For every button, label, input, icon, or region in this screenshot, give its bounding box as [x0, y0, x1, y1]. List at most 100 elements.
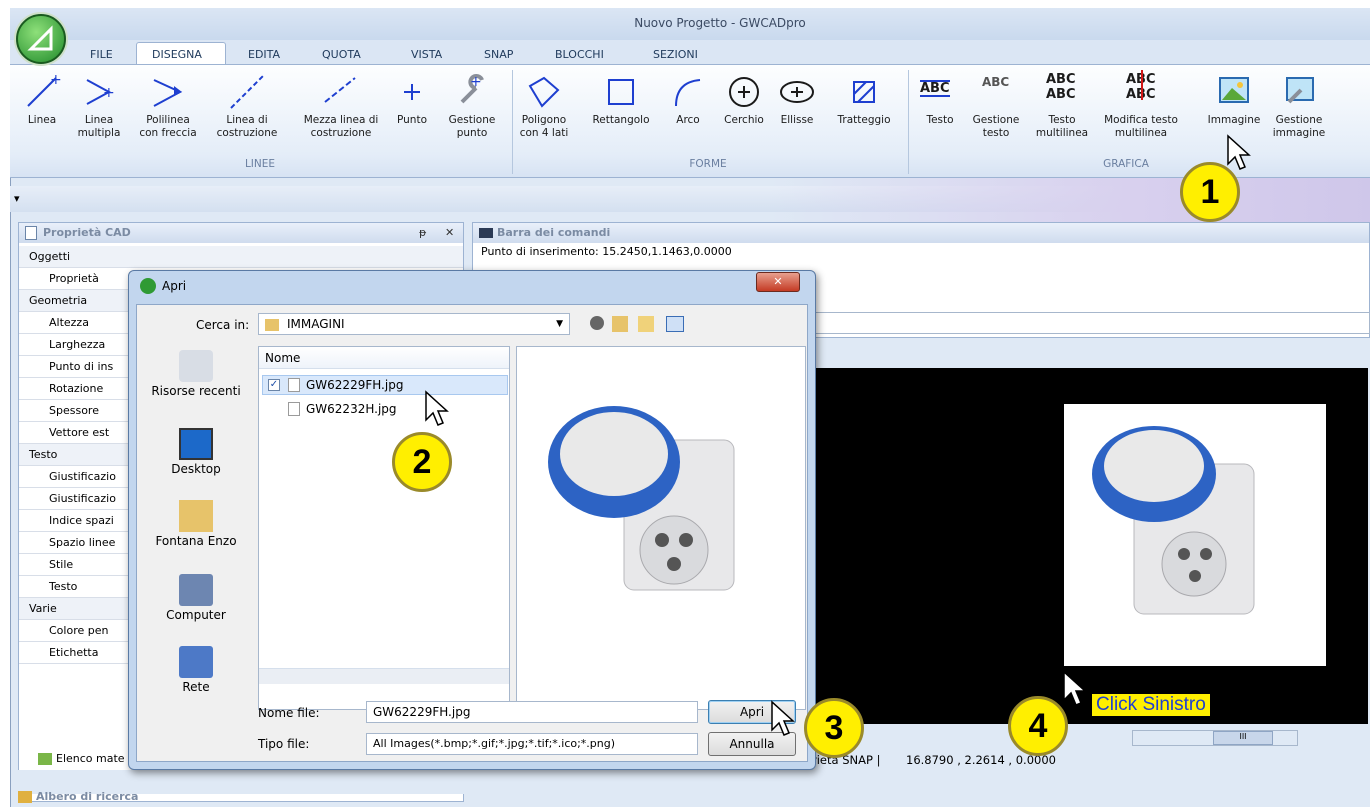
tab-edita[interactable]: EDITA: [248, 48, 280, 61]
ribbon-ellisse-button[interactable]: Ellisse: [776, 72, 818, 156]
ribbon-linea-button[interactable]: + Linea: [20, 72, 64, 156]
horizontal-scrollbar[interactable]: III: [1132, 730, 1298, 746]
image-wrench-icon: [1268, 72, 1330, 114]
polyline-arrow-icon: [138, 72, 198, 114]
hand-cursor-icon: [771, 700, 795, 736]
top-strip: [0, 0, 1370, 8]
place-fontana-enzo[interactable]: Fontana Enzo: [140, 500, 252, 548]
ribbon-gestione-testo-button[interactable]: ABC Gestione testo: [968, 72, 1024, 156]
place-computer[interactable]: Computer: [140, 574, 252, 622]
point-icon: [392, 72, 432, 114]
ribbon-gestione-immagine-button[interactable]: Gestione immagine: [1268, 72, 1330, 156]
cerca-label: Cerca in:: [196, 318, 250, 332]
new-folder-icon[interactable]: [638, 316, 654, 332]
file-list[interactable]: [258, 346, 510, 710]
ellipse-icon: [776, 72, 818, 114]
recent-icon: [179, 350, 213, 382]
albero-header[interactable]: Albero di ricerca: [18, 790, 138, 803]
command-input[interactable]: [806, 312, 1370, 334]
tab-quota[interactable]: QUOTA: [322, 48, 361, 61]
nome-file-input[interactable]: GW62229FH.jpg: [366, 701, 698, 723]
ribbon-modifica-testo-button[interactable]: ABCABC Modifica testo multilinea: [1096, 70, 1186, 156]
construction-line-icon: [214, 72, 280, 114]
ribbon-cerchio-button[interactable]: Cerchio: [720, 72, 768, 156]
nome-file-label: Nome file:: [258, 706, 320, 720]
pin-icon[interactable]: ᵽ: [419, 223, 426, 243]
svg-text:+: +: [50, 72, 62, 88]
tab-disegna[interactable]: DISEGNA: [152, 48, 202, 61]
mouse-cursor-icon: [425, 390, 449, 426]
circle-icon: [720, 72, 768, 114]
scrollbar-thumb[interactable]: III: [1213, 731, 1273, 745]
step-4-callout: 4: [1008, 696, 1068, 756]
ribbon-arco-button[interactable]: Arco: [668, 72, 708, 156]
ribbon-linea-costruzione-button[interactable]: Linea di costruzione: [214, 72, 280, 156]
place-desktop[interactable]: Desktop: [140, 428, 252, 476]
group-grafica-label: GRAFICA: [1103, 158, 1149, 170]
file-list-scrollbar[interactable]: [259, 668, 509, 684]
text-wrench-icon: ABC: [982, 75, 1010, 89]
group-forme-label: FORME: [689, 158, 727, 170]
materials-icon: [38, 753, 52, 765]
app-logo-icon: [27, 25, 53, 51]
properties-icon: [25, 226, 37, 240]
wrench-point-icon: +: [444, 72, 500, 114]
close-icon[interactable]: ✕: [445, 223, 454, 243]
ribbon-tratteggio-button[interactable]: Tratteggio: [830, 72, 898, 156]
inserted-image[interactable]: [1064, 404, 1326, 666]
tipo-file-select[interactable]: All Images(*.bmp;*.gif;*.jpg;*.tif;*.ico…: [366, 733, 698, 755]
ribbon-polilinea-button[interactable]: Polilinea con freccia: [138, 72, 198, 156]
back-icon[interactable]: [590, 316, 604, 330]
ribbon-testo-multilinea-button[interactable]: ABC ABC Testo multilinea: [1034, 72, 1090, 156]
svg-text:+: +: [470, 74, 482, 90]
console-icon: [479, 228, 493, 238]
group-linee-label: LINEE: [244, 158, 276, 170]
text-abc-icon: ABC: [920, 80, 950, 97]
column-header-nome[interactable]: Nome: [259, 347, 509, 369]
line-icon: +: [20, 72, 64, 114]
arc-icon: [668, 72, 708, 114]
place-rete[interactable]: Rete: [140, 646, 252, 694]
quick-access-dropdown[interactable]: ▾: [14, 192, 20, 205]
socket-image-icon: [1092, 426, 1255, 615]
computer-icon: [179, 574, 213, 606]
ribbon-rettangolo-button[interactable]: Rettangolo: [588, 72, 654, 156]
network-icon: [179, 646, 213, 678]
up-folder-icon[interactable]: [612, 316, 628, 332]
polygon-icon: [518, 72, 570, 114]
ribbon-mezza-linea-button[interactable]: Mezza linea di costruzione: [296, 72, 386, 156]
hatch-icon: [830, 72, 898, 114]
dialog-close-button[interactable]: ✕: [756, 272, 800, 292]
property-category[interactable]: Oggetti: [19, 246, 463, 268]
step-3-callout: 3: [804, 698, 864, 758]
folder-icon: [265, 318, 279, 331]
tab-sezioni[interactable]: SEZIONI: [653, 48, 698, 61]
view-menu-icon[interactable]: [666, 316, 684, 332]
app-menu-button[interactable]: [16, 14, 66, 64]
ribbon-gestione-punto-button[interactable]: + Gestione punto: [444, 72, 500, 156]
file-checkbox[interactable]: ✓: [268, 379, 280, 391]
file-name-2[interactable]: GW62232H.jpg: [306, 402, 397, 416]
jpg-file-icon: [288, 402, 300, 416]
mouse-cursor-icon: [1227, 134, 1251, 170]
image-icon: [1204, 72, 1264, 114]
rectangle-icon: [588, 72, 654, 114]
ribbon-linea-multipla-button[interactable]: + Linea multipla: [74, 72, 124, 156]
tab-vista[interactable]: VISTA: [411, 48, 442, 61]
tab-elenco-materiali[interactable]: Elenco mate: [38, 752, 125, 765]
window-title: Nuovo Progetto - GWCADpro: [634, 16, 806, 30]
tab-blocchi[interactable]: BLOCCHI: [555, 48, 604, 61]
cerca-combobox[interactable]: IMMAGINI ▼: [258, 313, 570, 335]
desktop-icon: [179, 428, 213, 460]
edit-multiline-text-icon: ABCABC: [1096, 70, 1186, 114]
ribbon-testo-button[interactable]: ABC Testo: [916, 72, 964, 156]
ribbon-punto-button[interactable]: Punto: [392, 72, 432, 156]
file-name-1[interactable]: GW62229FH.jpg: [306, 378, 403, 392]
tab-file[interactable]: FILE: [90, 48, 113, 61]
jpg-file-icon: [288, 378, 300, 392]
tab-snap[interactable]: SNAP: [484, 48, 513, 61]
place-risorse-recenti[interactable]: Risorse recenti: [140, 350, 252, 398]
chevron-down-icon: ▼: [556, 319, 563, 329]
ribbon-poligono-button[interactable]: Poligono con 4 lati: [518, 72, 570, 156]
half-line-icon: [296, 72, 386, 114]
